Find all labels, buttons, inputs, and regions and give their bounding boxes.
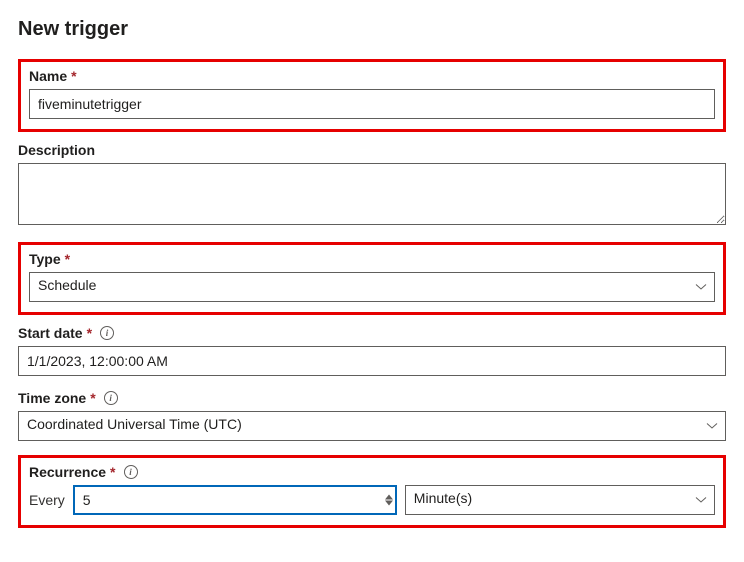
- start-date-input[interactable]: [18, 346, 726, 376]
- recurrence-label: Recurrence: [29, 464, 106, 480]
- every-label: Every: [29, 492, 65, 508]
- recurrence-section: Recurrence * i Every Minute(s): [18, 455, 726, 528]
- required-mark: *: [71, 68, 76, 84]
- name-input[interactable]: [29, 89, 715, 119]
- info-icon[interactable]: i: [100, 326, 114, 340]
- info-icon[interactable]: i: [104, 391, 118, 405]
- type-select[interactable]: Schedule: [29, 272, 715, 302]
- description-textarea[interactable]: [18, 163, 726, 225]
- start-date-label: Start date: [18, 325, 83, 341]
- type-label-row: Type *: [29, 251, 715, 267]
- name-section: Name *: [18, 59, 726, 132]
- name-label-row: Name *: [29, 68, 715, 84]
- required-mark: *: [65, 251, 70, 267]
- time-zone-section: Time zone * i Coordinated Universal Time…: [18, 390, 726, 441]
- type-label: Type: [29, 251, 61, 267]
- time-zone-select[interactable]: Coordinated Universal Time (UTC): [18, 411, 726, 441]
- recurrence-unit-select[interactable]: Minute(s): [405, 485, 715, 515]
- info-icon[interactable]: i: [124, 465, 138, 479]
- time-zone-label-row: Time zone * i: [18, 390, 726, 406]
- page-title: New trigger: [18, 18, 726, 41]
- description-label: Description: [18, 142, 95, 158]
- required-mark: *: [87, 325, 92, 341]
- name-label: Name: [29, 68, 67, 84]
- start-date-label-row: Start date * i: [18, 325, 726, 341]
- recurrence-label-row: Recurrence * i: [29, 464, 715, 480]
- required-mark: *: [110, 464, 115, 480]
- description-label-row: Description: [18, 142, 726, 158]
- description-section: Description: [18, 142, 726, 228]
- recurrence-every-input[interactable]: [73, 485, 397, 515]
- time-zone-label: Time zone: [18, 390, 86, 406]
- type-section: Type * Schedule: [18, 242, 726, 315]
- start-date-section: Start date * i: [18, 325, 726, 376]
- required-mark: *: [90, 390, 95, 406]
